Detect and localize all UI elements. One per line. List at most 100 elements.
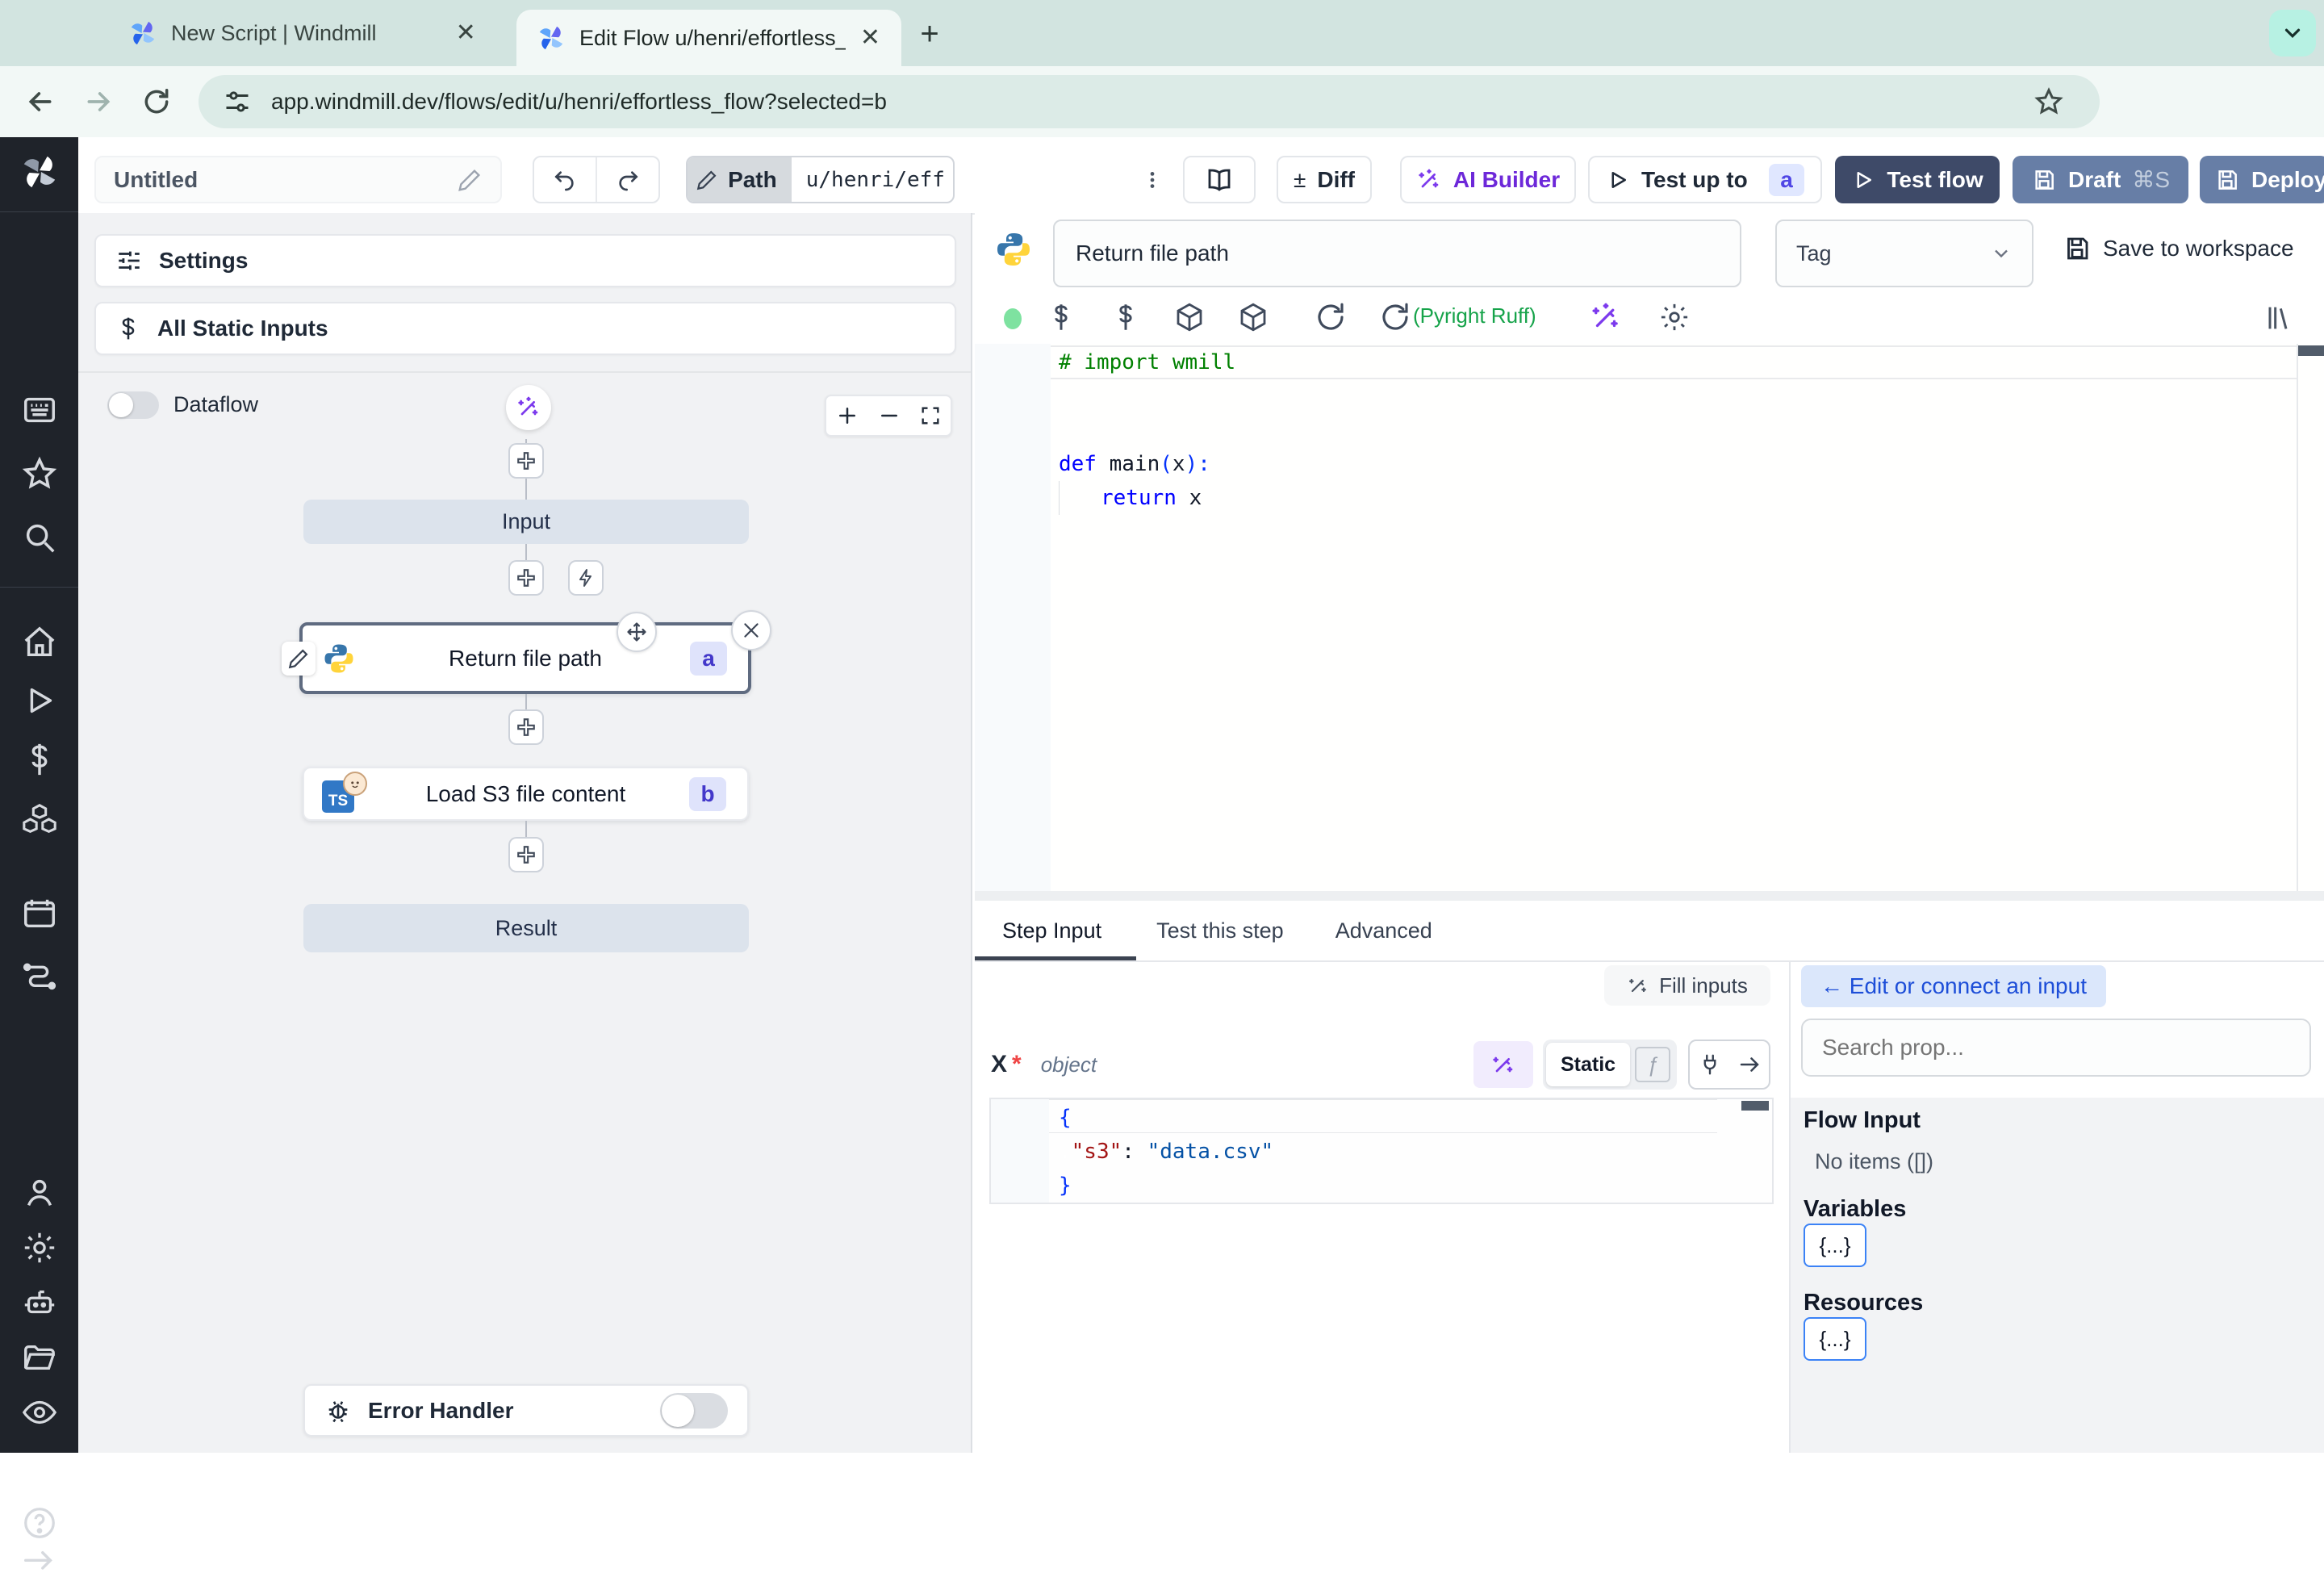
workers-robot-icon[interactable] bbox=[21, 1284, 58, 1321]
editor-settings-gear-icon[interactable] bbox=[1657, 300, 1691, 334]
step-name-input[interactable] bbox=[1053, 220, 1741, 287]
format-icon[interactable] bbox=[1378, 300, 1412, 334]
step-a-node[interactable]: Return file path a bbox=[299, 622, 751, 694]
tab-step-input[interactable]: Step Input bbox=[975, 901, 1136, 960]
fit-view-icon[interactable] bbox=[919, 404, 942, 427]
undo-button[interactable] bbox=[534, 157, 597, 202]
add-trigger-button[interactable] bbox=[568, 560, 604, 596]
editor-hscroll[interactable] bbox=[975, 891, 2324, 901]
edit-pencil-icon[interactable] bbox=[457, 167, 483, 193]
fill-inputs-button[interactable]: Fill inputs bbox=[1604, 965, 1770, 1006]
more-options-icon[interactable] bbox=[1142, 161, 1163, 199]
windmill-logo-icon[interactable] bbox=[21, 153, 58, 190]
tab-close-icon[interactable]: ✕ bbox=[456, 21, 476, 45]
back-icon[interactable] bbox=[23, 84, 58, 119]
context-var-icon[interactable] bbox=[1109, 300, 1143, 334]
variables-icon[interactable] bbox=[21, 741, 58, 778]
docs-button[interactable] bbox=[1183, 156, 1256, 203]
package-icon[interactable] bbox=[1172, 300, 1206, 334]
json-scrollbar-mark[interactable] bbox=[1741, 1101, 1769, 1111]
folders-icon[interactable] bbox=[21, 1339, 58, 1376]
tab-advanced[interactable]: Advanced bbox=[1311, 918, 1457, 943]
favorites-star-icon[interactable] bbox=[21, 455, 58, 492]
reload-icon[interactable] bbox=[139, 84, 174, 119]
flow-name-field[interactable]: Untitled bbox=[94, 156, 502, 203]
flow-name: Untitled bbox=[114, 166, 199, 192]
dataflow-toggle[interactable] bbox=[107, 391, 159, 419]
help-icon[interactable] bbox=[21, 1504, 58, 1542]
tag-select[interactable]: Tag bbox=[1775, 220, 2034, 287]
mode-expression-icon[interactable]: ƒ bbox=[1635, 1047, 1671, 1082]
resources-object-chip[interactable]: {...} bbox=[1804, 1317, 1866, 1361]
variables-object-chip[interactable]: {...} bbox=[1804, 1224, 1866, 1267]
tab-close-icon[interactable]: ✕ bbox=[860, 26, 880, 50]
test-flow-button[interactable]: Test flow bbox=[1835, 156, 2000, 203]
ai-builder-button[interactable]: AI Builder bbox=[1400, 156, 1576, 203]
arrow-right-icon[interactable] bbox=[1737, 1052, 1762, 1077]
package-icon[interactable] bbox=[1236, 300, 1270, 334]
result-node[interactable]: Result bbox=[303, 904, 749, 952]
input-node[interactable]: Input bbox=[303, 500, 749, 544]
diff-button[interactable]: ± Diff bbox=[1277, 156, 1372, 203]
error-handler-card[interactable]: Error Handler bbox=[303, 1384, 749, 1437]
editor-toolbar: (Pyright Ruff) bbox=[975, 291, 2324, 344]
app-header: Untitled Path u/henri/eff ± Diff AI Buil… bbox=[78, 137, 2324, 215]
error-handler-toggle[interactable] bbox=[660, 1392, 728, 1429]
users-icon[interactable] bbox=[21, 1174, 58, 1211]
json-input-editor[interactable]: { ."s3": "data.csv" } bbox=[989, 1098, 1774, 1204]
ai-flow-wand-button[interactable] bbox=[506, 385, 551, 430]
settings-gear-icon[interactable] bbox=[21, 1229, 58, 1266]
delete-step-button[interactable] bbox=[731, 610, 771, 651]
test-up-to-button[interactable]: Test up to a bbox=[1588, 156, 1822, 203]
save-icon bbox=[2031, 167, 2057, 193]
library-icon[interactable] bbox=[2262, 302, 2294, 334]
browser-tab-active[interactable]: Edit Flow u/henri/effortless_fl ✕ bbox=[516, 10, 901, 66]
step-b-node[interactable]: Load S3 file content b TS bbox=[303, 767, 749, 821]
code-editor[interactable]: # import wmill def main(x): return x bbox=[975, 344, 2324, 891]
ai-assist-wand-icon[interactable] bbox=[1589, 300, 1623, 334]
tab-search-button[interactable] bbox=[2269, 10, 2316, 56]
url-text: app.windmill.dev/flows/edit/u/henri/effo… bbox=[271, 89, 887, 114]
variable-picker-icon[interactable] bbox=[1044, 300, 1078, 334]
add-step-button[interactable] bbox=[508, 837, 544, 872]
bookmark-star-icon[interactable] bbox=[2034, 86, 2064, 117]
runs-icon[interactable] bbox=[21, 682, 58, 719]
redo-button[interactable] bbox=[597, 157, 658, 202]
draft-button[interactable]: Draft ⌘S bbox=[2013, 156, 2188, 203]
add-step-button[interactable] bbox=[508, 560, 544, 596]
edit-or-connect-button[interactable]: ← Edit or connect an input bbox=[1801, 965, 2106, 1007]
schedules-icon[interactable] bbox=[21, 895, 58, 932]
home-icon[interactable] bbox=[21, 624, 58, 661]
audit-eye-icon[interactable] bbox=[21, 1394, 58, 1431]
save-to-workspace-button[interactable]: Save to workspace bbox=[2063, 234, 2294, 263]
tab-test-this-step[interactable]: Test this step bbox=[1129, 918, 1311, 943]
add-step-button[interactable] bbox=[508, 709, 544, 745]
resources-icon[interactable] bbox=[21, 801, 58, 838]
url-pill[interactable]: app.windmill.dev/flows/edit/u/henri/effo… bbox=[199, 75, 2100, 128]
browser-tab-inactive[interactable]: New Script | Windmill ✕ bbox=[129, 0, 476, 66]
prop-search-input[interactable] bbox=[1801, 1019, 2311, 1077]
reload-lsp-icon[interactable] bbox=[1314, 300, 1348, 334]
all-static-inputs-button[interactable]: All Static Inputs bbox=[94, 302, 956, 355]
edit-step-pencil-icon[interactable] bbox=[282, 642, 316, 676]
step-b-label: Load S3 file content bbox=[425, 780, 626, 806]
path-chip[interactable]: Path u/henri/eff bbox=[686, 156, 955, 203]
add-step-button[interactable] bbox=[508, 443, 544, 479]
zoom-in-icon[interactable] bbox=[835, 404, 859, 428]
deploy-button[interactable]: Deploy bbox=[2200, 156, 2324, 203]
ai-fill-wand-button[interactable] bbox=[1473, 1041, 1533, 1088]
triggers-icon[interactable] bbox=[21, 955, 58, 992]
move-step-handle[interactable] bbox=[617, 612, 657, 652]
collapse-rail-icon[interactable] bbox=[21, 1548, 58, 1572]
apps-icon[interactable] bbox=[21, 391, 58, 429]
play-icon bbox=[1851, 168, 1875, 192]
scrollbar-mark[interactable] bbox=[2298, 345, 2324, 356]
forward-icon[interactable] bbox=[81, 84, 116, 119]
site-settings-icon[interactable] bbox=[223, 87, 252, 116]
new-tab-button[interactable]: + bbox=[910, 15, 949, 53]
zoom-out-icon[interactable] bbox=[877, 404, 901, 428]
plug-icon[interactable] bbox=[1698, 1052, 1722, 1077]
flow-settings-button[interactable]: Settings bbox=[94, 234, 956, 287]
search-icon[interactable] bbox=[21, 519, 58, 556]
mode-static[interactable]: Static bbox=[1546, 1043, 1631, 1086]
